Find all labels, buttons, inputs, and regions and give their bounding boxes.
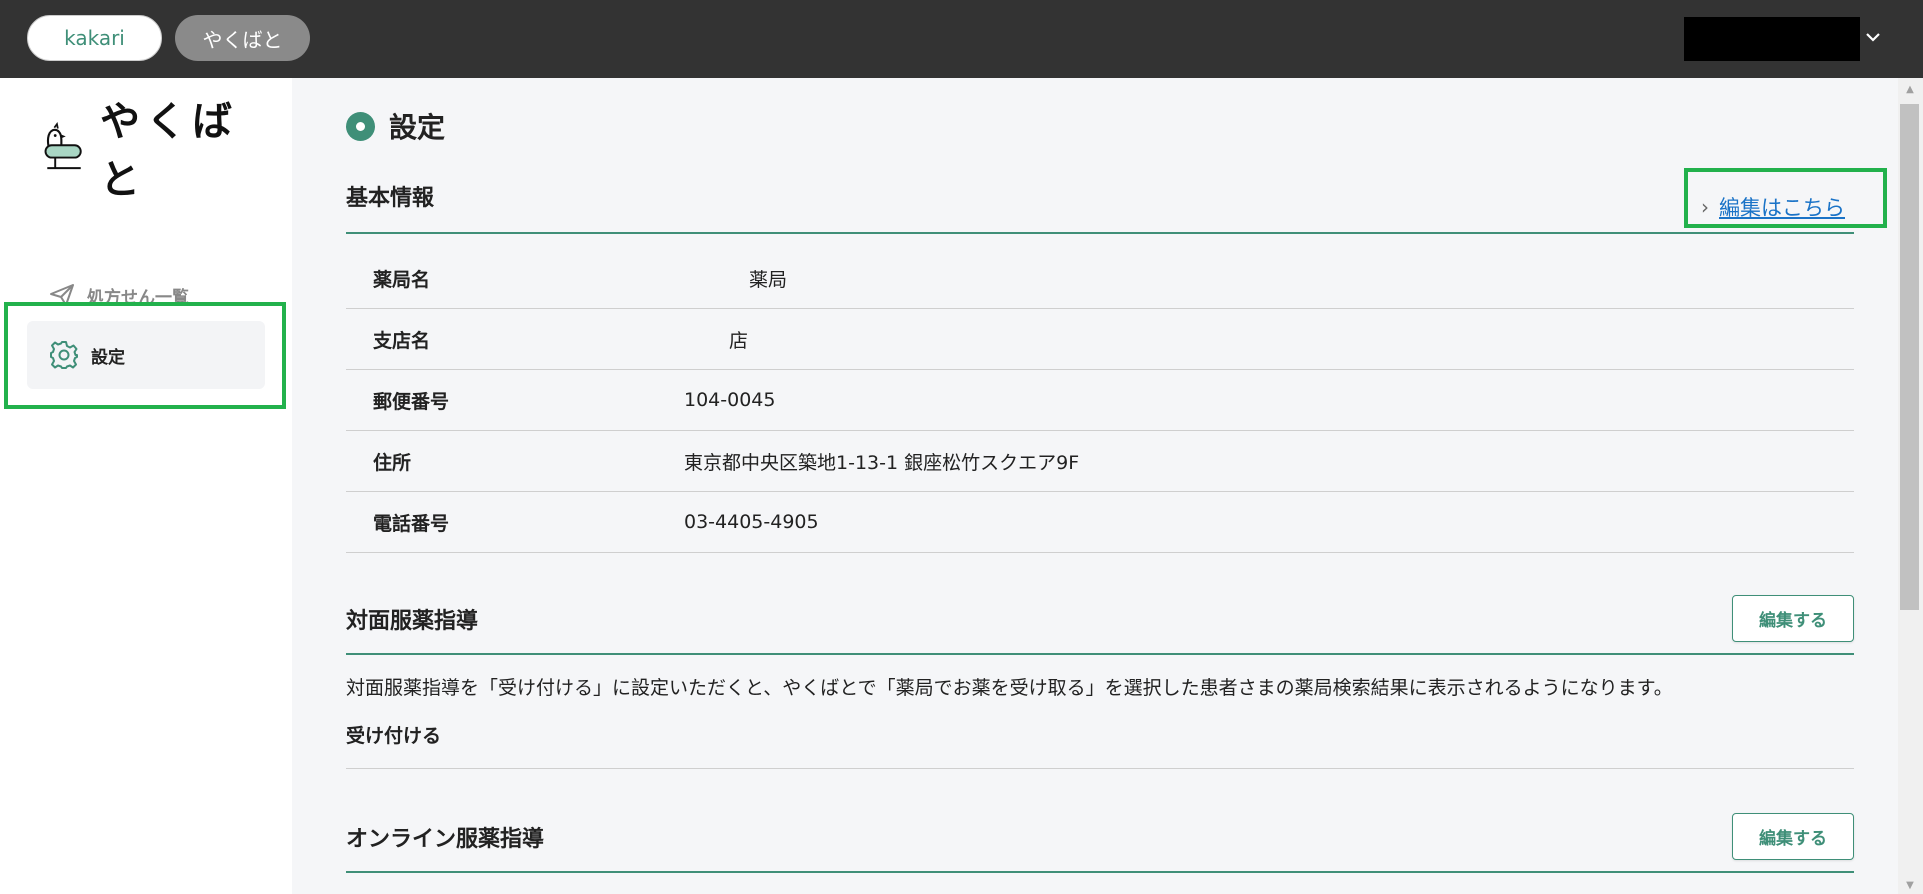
info-row-phone: 電話番号 03-4405-4905: [346, 492, 1854, 553]
top-bar: kakari やくばと: [0, 0, 1923, 78]
info-value: 店: [729, 329, 749, 352]
info-label: 住所: [373, 451, 412, 474]
main-content: 設定 基本情報 › 編集はこちら 薬局名 薬局 支店名 店 郵便番号 104-0…: [292, 78, 1898, 894]
sidebar: やくばと 処方せん一覧 設定: [0, 78, 292, 894]
scrollbar-thumb[interactable]: [1900, 104, 1919, 610]
section-title-face-to-face: 対面服薬指導: [346, 609, 479, 634]
info-label: 薬局名: [373, 268, 431, 291]
section-title-online: オンライン服薬指導: [346, 827, 545, 852]
info-value: 薬局: [749, 268, 788, 291]
highlight-box-settings: [4, 302, 286, 409]
highlight-box-edit-link: [1684, 168, 1887, 228]
divider: [346, 768, 1854, 769]
info-label: 郵便番号: [373, 390, 450, 413]
kakari-switch-button[interactable]: kakari: [27, 15, 162, 61]
info-value: 104-0045: [684, 389, 776, 411]
section-title-basic: 基本情報: [346, 186, 435, 211]
face-to-face-status: 受け付ける: [346, 725, 442, 747]
page-title: 設定: [346, 106, 445, 146]
yakubato-switch-button[interactable]: やくばと: [175, 15, 310, 61]
info-label: 電話番号: [373, 512, 450, 535]
face-to-face-description: 対面服薬指導を「受け付ける」に設定いただくと、やくばとで「薬局でお薬を受け取る」…: [346, 677, 1673, 699]
info-value: 東京都中央区築地1-13-1 銀座松竹スクエア9F: [684, 451, 1080, 474]
info-value: 03-4405-4905: [684, 511, 819, 533]
edit-online-button[interactable]: 編集する: [1732, 813, 1854, 860]
scroll-up-arrow-icon[interactable]: ▲: [1903, 84, 1917, 95]
section-divider: [346, 232, 1854, 234]
bird-logo-icon: [44, 122, 82, 170]
title-bullet-icon: [346, 111, 375, 141]
info-row-address: 住所 東京都中央区築地1-13-1 銀座松竹スクエア9F: [346, 431, 1854, 492]
edit-face-to-face-button[interactable]: 編集する: [1732, 595, 1854, 642]
scroll-down-arrow-icon[interactable]: ▼: [1903, 880, 1917, 891]
logo: やくばと: [42, 99, 262, 203]
page-title-text: 設定: [389, 111, 446, 144]
section-divider: [346, 653, 1854, 655]
section-divider: [346, 871, 1854, 873]
logo-text: やくばと: [100, 99, 239, 203]
info-row-branch-name: 支店名 店: [346, 309, 1854, 370]
info-row-pharmacy-name: 薬局名 薬局: [346, 248, 1854, 309]
chevron-down-icon[interactable]: [1862, 26, 1884, 48]
info-row-postal-code: 郵便番号 104-0045: [346, 370, 1854, 431]
info-label: 支店名: [373, 329, 431, 352]
user-menu[interactable]: [1684, 17, 1860, 61]
